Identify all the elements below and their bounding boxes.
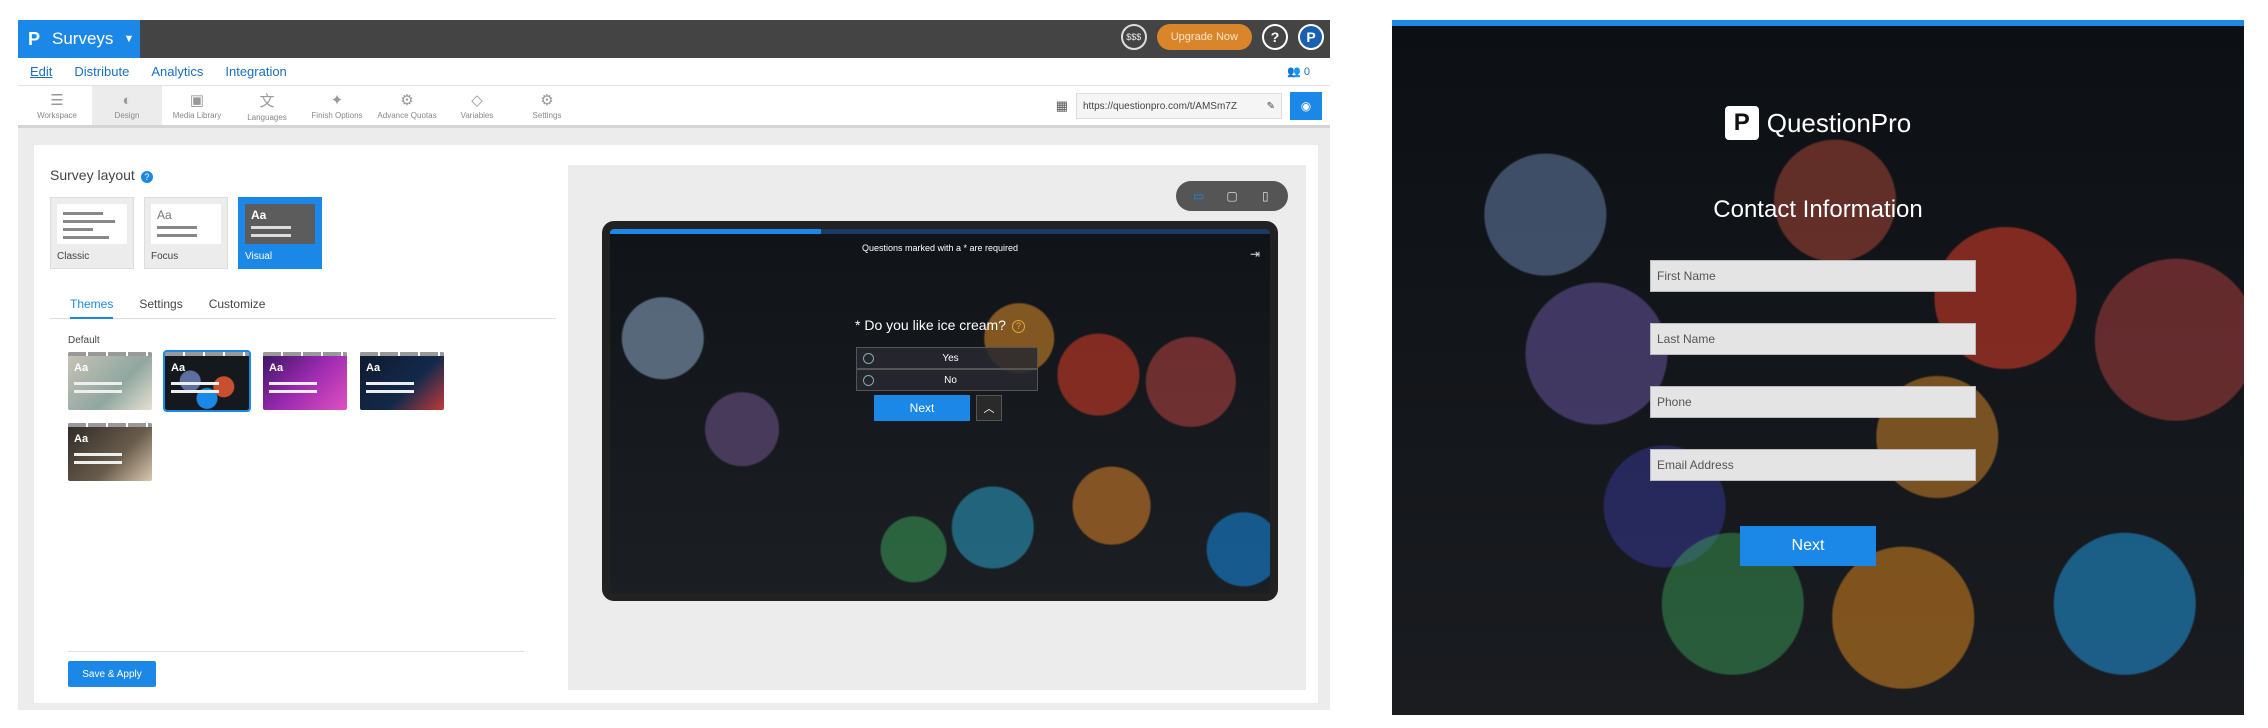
visual-thumbnail: Aa xyxy=(245,204,315,244)
questionpro-logo-icon: P xyxy=(1724,106,1759,140)
quota-icon: ⚙ xyxy=(400,92,414,109)
design-tabs: Themes Settings Customize xyxy=(50,295,556,319)
theme-swatch[interactable]: Aa xyxy=(68,352,152,410)
radio-icon xyxy=(863,352,874,364)
tool-variables[interactable]: ◇ Variables xyxy=(442,86,512,125)
theme-swatch[interactable]: Aa xyxy=(360,352,444,410)
profile-avatar[interactable]: P xyxy=(1298,24,1324,50)
tool-design[interactable]: ◐ Design xyxy=(92,86,162,125)
nav-integration[interactable]: Integration xyxy=(225,64,286,79)
gear-icon: ⚙ xyxy=(540,92,554,109)
email-field[interactable] xyxy=(1650,449,1976,481)
layout-focus[interactable]: Aa Focus xyxy=(144,197,228,269)
tool-settings[interactable]: ⚙ Settings xyxy=(512,86,582,125)
desktop-icon[interactable]: ▭ xyxy=(1186,186,1212,206)
top-bar: P Surveys ▼ $$$ Upgrade Now ? P xyxy=(18,20,1330,58)
chevron-down-icon: ▼ xyxy=(123,33,135,45)
divider xyxy=(68,651,524,652)
question-help-icon[interactable]: ? xyxy=(1011,319,1025,333)
survey-editor: P Surveys ▼ $$$ Upgrade Now ? P Edit Dis… xyxy=(18,20,1330,710)
preview-next-button[interactable]: Next xyxy=(874,395,970,421)
surveys-menu[interactable]: P Surveys ▼ xyxy=(18,20,140,58)
qr-code-icon[interactable]: ▦ xyxy=(1056,98,1068,114)
progress-strip xyxy=(1392,20,2244,26)
last-name-field[interactable] xyxy=(1650,323,1976,355)
toolbar: ☰ Workspace ◐ Design ▣ Media Library 文 Langu… xyxy=(18,86,1330,128)
upgrade-button[interactable]: Upgrade Now xyxy=(1156,24,1252,50)
theme-swatch[interactable]: Aa xyxy=(68,423,152,481)
collaborators-count[interactable]: 👥 0 xyxy=(1287,65,1310,78)
required-note: Questions marked with a * are required xyxy=(861,243,1019,253)
tool-finish-options[interactable]: ✦ Finish Options xyxy=(302,86,372,125)
questionpro-logo-icon: P xyxy=(28,28,41,49)
layout-classic[interactable]: Classic xyxy=(50,197,134,269)
tab-themes[interactable]: Themes xyxy=(70,295,114,319)
chevron-up-icon[interactable]: ︿ xyxy=(976,395,1002,421)
users-icon: 👥 xyxy=(1287,66,1304,78)
next-button[interactable]: Next xyxy=(1740,526,1876,566)
tab-customize[interactable]: Customize xyxy=(209,295,266,319)
theme-swatch[interactable]: Aa xyxy=(263,352,347,410)
tool-advance-quotas[interactable]: ⚙ Advance Quotas xyxy=(372,86,442,125)
radio-icon xyxy=(863,374,874,386)
question-text: * Do you like ice cream?? xyxy=(610,317,1270,333)
tool-languages[interactable]: 文 Languages xyxy=(232,86,302,125)
contact-survey-page: P QuestionPro Contact Information Next xyxy=(1392,20,2244,715)
help-icon[interactable]: ? xyxy=(140,171,153,183)
brand-label: Surveys xyxy=(52,29,114,48)
nav-edit[interactable]: Edit xyxy=(30,64,52,79)
edit-pencil-icon[interactable]: ✎ xyxy=(1267,101,1275,112)
workspace-icon: ☰ xyxy=(50,92,64,109)
survey-url-field[interactable]: https://questionpro.com/t/AMSm7Z ✎ xyxy=(1076,93,1282,119)
eye-icon: ◉ xyxy=(1300,99,1312,113)
progress-strip xyxy=(610,229,1270,234)
exit-icon[interactable]: ⇥ xyxy=(1250,247,1260,261)
tool-workspace[interactable]: ☰ Workspace xyxy=(22,86,92,125)
survey-layout-heading: Survey layout? xyxy=(50,167,153,183)
device-switcher: ▭ ▢ ▯ xyxy=(1176,181,1288,211)
magic-wand-icon: ✦ xyxy=(330,92,344,109)
nav-analytics[interactable]: Analytics xyxy=(151,64,203,79)
survey-preview: ▭ ▢ ▯ Questions marked with a * are requ… xyxy=(568,165,1306,690)
preview-screen: Questions marked with a * are required ⇥… xyxy=(610,229,1270,593)
tablet-icon[interactable]: ▢ xyxy=(1219,186,1245,206)
main-nav: Edit Distribute Analytics Integration 👥 … xyxy=(18,58,1330,86)
option-yes[interactable]: Yes xyxy=(856,347,1038,369)
tool-media-library[interactable]: ▣ Media Library xyxy=(162,86,232,125)
questionpro-logo: P QuestionPro xyxy=(1392,106,2244,140)
first-name-field[interactable] xyxy=(1650,260,1976,292)
focus-thumbnail: Aa xyxy=(151,204,221,244)
layout-options: Classic Aa Focus Aa Visual xyxy=(50,197,322,269)
preview-eye-button[interactable]: ◉ xyxy=(1290,92,1322,120)
option-no[interactable]: No xyxy=(856,369,1038,391)
palette-icon: ◐ xyxy=(122,91,132,109)
device-frame: Questions marked with a * are required ⇥… xyxy=(602,221,1278,601)
coins-icon[interactable]: $$$ xyxy=(1120,24,1147,50)
default-themes-label: Default xyxy=(68,335,100,346)
help-icon[interactable]: ? xyxy=(1262,24,1288,50)
nav-distribute[interactable]: Distribute xyxy=(74,64,129,79)
theme-swatch-selected[interactable]: Aa xyxy=(163,350,251,412)
tag-icon: ◇ xyxy=(471,92,483,109)
classic-thumbnail xyxy=(57,204,127,244)
layout-visual[interactable]: Aa Visual xyxy=(238,197,322,269)
mobile-icon[interactable]: ▯ xyxy=(1252,186,1278,206)
design-panel: Survey layout? Classic Aa Focus Aa Visua… xyxy=(34,145,1318,703)
language-icon: 文 xyxy=(259,92,275,110)
page-title: Contact Information xyxy=(1713,196,1923,223)
phone-field[interactable] xyxy=(1650,386,1976,418)
tab-settings[interactable]: Settings xyxy=(139,295,182,319)
image-icon: ▣ xyxy=(189,92,205,109)
save-apply-button[interactable]: Save & Apply xyxy=(68,661,156,687)
